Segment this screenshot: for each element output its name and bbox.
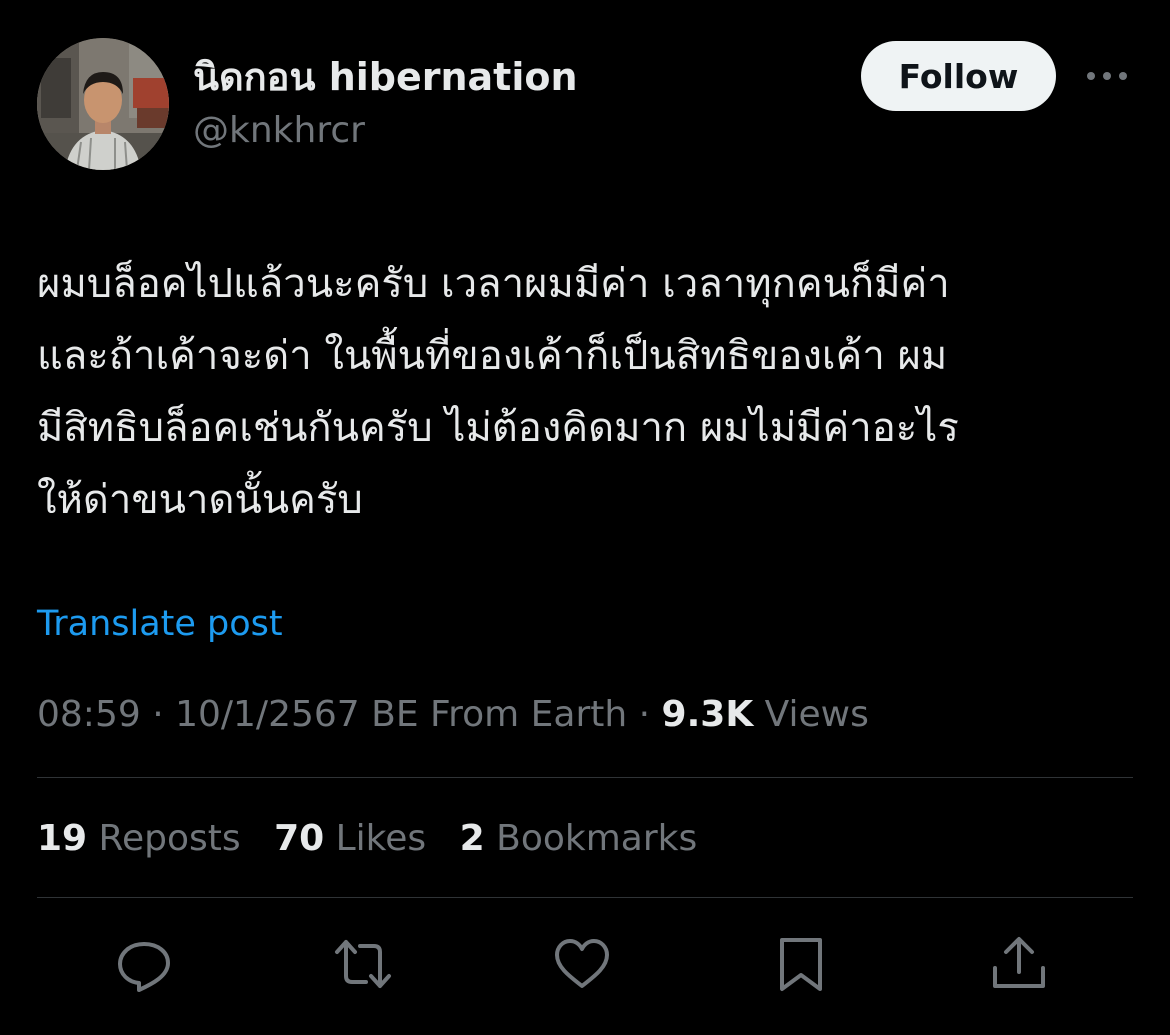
- bookmarks-label: Bookmarks: [484, 818, 698, 859]
- bookmarks-stat[interactable]: 2 Bookmarks: [460, 814, 698, 864]
- meta-separator: ·: [627, 694, 662, 735]
- reposts-stat[interactable]: 19 Reposts: [37, 814, 241, 864]
- post-text: ผมบล็อคไปแล้วนะครับ เวลาผมมีค่า เวลาทุกค…: [37, 248, 1137, 536]
- avatar-photo: [37, 38, 169, 170]
- post-text-line: มีสิทธิบล็อคเช่นกันครับ ไม่ต้องคิดมาก ผม…: [37, 405, 959, 451]
- more-horizontal-icon[interactable]: [1082, 60, 1132, 92]
- likes-label: Likes: [324, 818, 427, 859]
- post-text-line: และถ้าเค้าจะด่า ในพื้นที่ของเค้าก็เป็นสิ…: [37, 333, 948, 379]
- divider: [37, 897, 1133, 898]
- post-meta: 08:59 · 10/1/2567 BE From Earth · 9.3K V…: [37, 690, 869, 740]
- likes-count: 70: [274, 818, 325, 859]
- reply-icon[interactable]: [114, 934, 174, 994]
- follow-button[interactable]: Follow: [861, 41, 1056, 111]
- bookmark-icon[interactable]: [771, 934, 831, 994]
- likes-stat[interactable]: 70 Likes: [274, 814, 426, 864]
- post-text-line: ผมบล็อคไปแล้วนะครับ เวลาผมมีค่า เวลาทุกค…: [37, 261, 950, 307]
- bookmarks-count: 2: [459, 818, 485, 859]
- like-icon[interactable]: [552, 934, 612, 994]
- post-text-line: ให้ด่าขนาดนั้นครับ: [37, 477, 363, 523]
- avatar[interactable]: [37, 38, 169, 170]
- translate-post-link[interactable]: Translate post: [37, 600, 283, 648]
- divider: [37, 777, 1133, 778]
- post-date[interactable]: 10/1/2567 BE: [175, 694, 418, 735]
- post-time[interactable]: 08:59: [37, 694, 141, 735]
- repost-icon[interactable]: [333, 934, 393, 994]
- reposts-label: Reposts: [87, 818, 241, 859]
- share-icon[interactable]: [989, 934, 1049, 994]
- engagement-stats: 19 Reposts 70 Likes 2 Bookmarks: [37, 814, 719, 864]
- meta-separator: ·: [140, 694, 176, 735]
- post-source: From Earth: [418, 694, 628, 735]
- views-label: Views: [753, 694, 869, 735]
- reposts-count: 19: [37, 818, 88, 859]
- author-display-name[interactable]: นิดกอน hibernation: [193, 52, 578, 102]
- author-handle[interactable]: @knkhrcr: [193, 106, 365, 156]
- views-count: 9.3K: [661, 694, 754, 735]
